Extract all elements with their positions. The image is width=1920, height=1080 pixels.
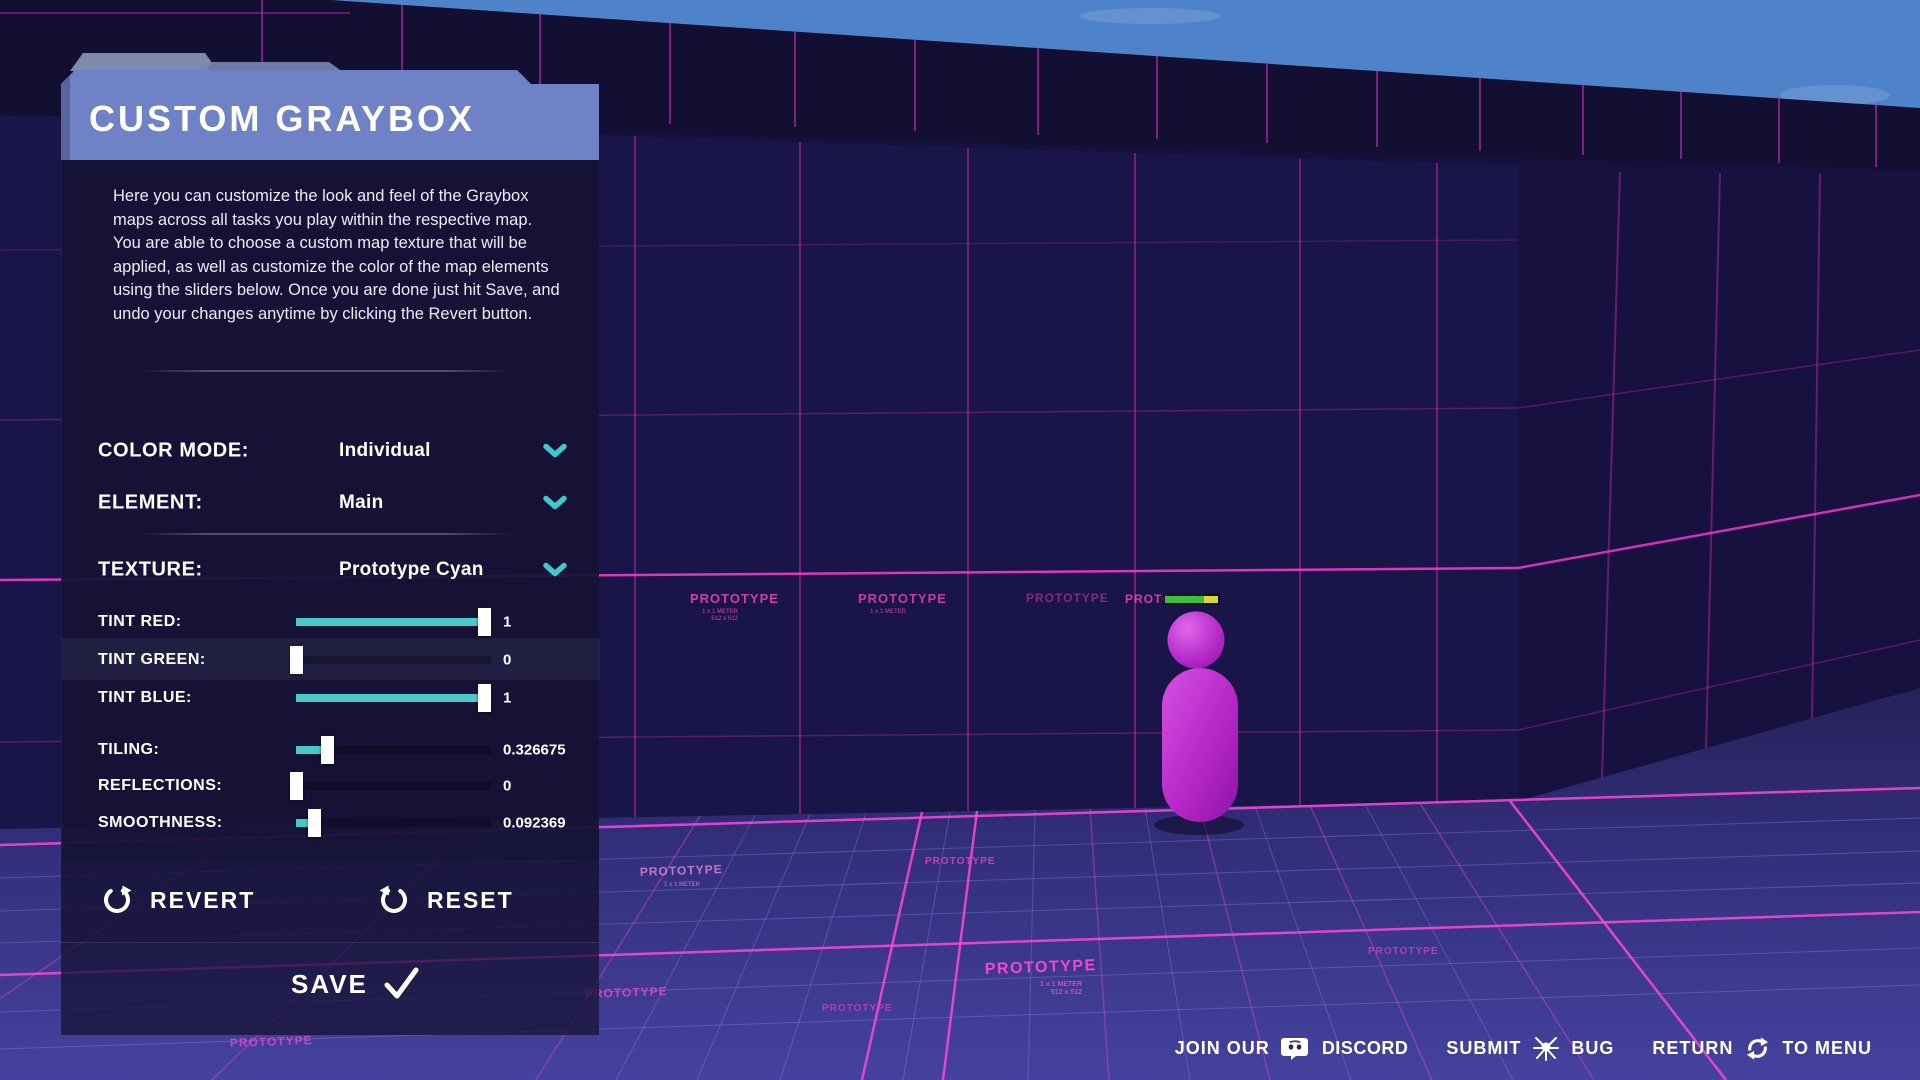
health-bar bbox=[1163, 594, 1220, 605]
element-value: Main bbox=[339, 492, 383, 514]
reset-label: RESET bbox=[427, 887, 514, 914]
return-circular-arrows-icon bbox=[1744, 1035, 1771, 1062]
game-screen: PROTOTYPE 1 x 1 METER 512 x 512 PROTOTYP… bbox=[0, 0, 1920, 1080]
tint-blue-label: TINT BLUE: bbox=[98, 689, 192, 707]
submit-label: SUBMIT bbox=[1446, 1038, 1521, 1059]
tint-blue-value: 1 bbox=[503, 690, 511, 707]
color-mode-value: Individual bbox=[339, 440, 431, 462]
svg-text:512 x 512: 512 x 512 bbox=[711, 616, 738, 622]
panel-body: Here you can customize the look and feel… bbox=[61, 160, 599, 860]
tint-red-value: 1 bbox=[503, 614, 511, 631]
footer-menu: JOIN OUR DISCORD SUBMIT BUG bbox=[1175, 1034, 1872, 1062]
texture-label: TEXTURE: bbox=[98, 559, 203, 582]
check-icon bbox=[383, 967, 420, 1001]
tiling-row: TILING: 0.326675 bbox=[62, 733, 600, 767]
panel-actions-row: REVERT RESET bbox=[61, 860, 599, 942]
join-our-label: JOIN OUR bbox=[1175, 1038, 1270, 1059]
svg-text:1 x 1 METER: 1 x 1 METER bbox=[702, 609, 739, 615]
panel-header: CUSTOM GRAYBOX bbox=[61, 70, 599, 160]
wall-texture-label: PROTOTYPE bbox=[690, 591, 779, 606]
texture-dropdown[interactable]: Prototype Cyan bbox=[339, 553, 582, 587]
svg-text:1 x 1 METER: 1 x 1 METER bbox=[1040, 981, 1082, 988]
to-menu-label: TO MENU bbox=[1782, 1038, 1872, 1059]
return-label: RETURN bbox=[1652, 1038, 1733, 1059]
panel-title: CUSTOM GRAYBOX bbox=[89, 70, 475, 160]
chevron-down-icon bbox=[542, 495, 568, 512]
reflections-slider[interactable] bbox=[296, 782, 491, 790]
color-mode-dropdown[interactable]: Individual bbox=[339, 434, 582, 468]
slider-handle[interactable] bbox=[478, 684, 491, 712]
reset-icon bbox=[378, 884, 410, 916]
slider-handle[interactable] bbox=[478, 608, 491, 636]
panel-description: Here you can customize the look and feel… bbox=[113, 185, 560, 327]
divider bbox=[140, 533, 512, 535]
tint-red-row: TINT RED: 1 bbox=[62, 605, 600, 639]
floor-texture-label: PROTOTYPE bbox=[640, 862, 723, 879]
floor-texture-label: PROTOTYPE bbox=[925, 856, 996, 867]
bug-icon bbox=[1532, 1034, 1560, 1062]
chevron-down-icon bbox=[542, 562, 568, 579]
texture-value: Prototype Cyan bbox=[339, 559, 484, 581]
panel-tab-left[interactable] bbox=[70, 53, 218, 71]
save-label: SAVE bbox=[291, 969, 368, 1000]
tiling-label: TILING: bbox=[98, 741, 159, 759]
element-dropdown[interactable]: Main bbox=[339, 486, 582, 520]
revert-label: REVERT bbox=[150, 887, 255, 914]
tiling-slider[interactable] bbox=[296, 746, 491, 754]
svg-text:1 x 1 METER: 1 x 1 METER bbox=[870, 609, 907, 615]
smoothness-value: 0.092369 bbox=[503, 815, 566, 832]
tint-green-slider[interactable] bbox=[296, 656, 491, 664]
smoothness-slider[interactable] bbox=[296, 819, 491, 827]
tint-green-label: TINT GREEN: bbox=[98, 651, 206, 669]
tint-blue-row: TINT BLUE: 1 bbox=[62, 681, 600, 715]
custom-graybox-panel: CUSTOM GRAYBOX Here you can customize th… bbox=[61, 53, 599, 1035]
floor-texture-label: PROTOTYPE bbox=[230, 1033, 313, 1050]
floor-texture-label: PROTOTYPE bbox=[1368, 946, 1439, 957]
revert-icon bbox=[101, 884, 133, 916]
tint-red-label: TINT RED: bbox=[98, 613, 182, 631]
color-mode-row: COLOR MODE: Individual bbox=[62, 434, 600, 468]
color-mode-label: COLOR MODE: bbox=[98, 440, 249, 463]
chevron-down-icon bbox=[542, 443, 568, 460]
panel-save-row: SAVE bbox=[61, 942, 599, 1035]
save-button[interactable]: SAVE bbox=[291, 967, 420, 1001]
tiling-value: 0.326675 bbox=[503, 742, 566, 759]
bug-label: BUG bbox=[1571, 1038, 1614, 1059]
smoothness-row: SMOOTHNESS: 0.092369 bbox=[62, 806, 600, 840]
texture-row: TEXTURE: Prototype Cyan bbox=[62, 553, 600, 587]
element-row: ELEMENT: Main bbox=[62, 486, 600, 520]
wall-texture-label: PROTOTYPE bbox=[1026, 591, 1109, 605]
tint-blue-slider[interactable] bbox=[296, 694, 491, 702]
wall-texture-label: PROTOTYPE bbox=[858, 591, 947, 606]
svg-text:512 x 512: 512 x 512 bbox=[1051, 989, 1082, 996]
floor-texture-label: PROTOTYPE bbox=[822, 1003, 893, 1014]
smoothness-label: SMOOTHNESS: bbox=[98, 814, 223, 832]
reflections-row: REFLECTIONS: 0 bbox=[62, 769, 600, 803]
discord-icon bbox=[1281, 1036, 1311, 1061]
join-discord-button[interactable]: JOIN OUR DISCORD bbox=[1175, 1036, 1409, 1061]
divider bbox=[140, 370, 512, 372]
discord-label: DISCORD bbox=[1322, 1038, 1409, 1059]
tint-green-row: TINT GREEN: 0 bbox=[62, 643, 600, 677]
return-to-menu-button[interactable]: RETURN TO MENU bbox=[1652, 1035, 1872, 1062]
tint-red-slider[interactable] bbox=[296, 618, 491, 626]
reflections-value: 0 bbox=[503, 778, 511, 795]
reset-button[interactable]: RESET bbox=[378, 884, 514, 916]
reflections-label: REFLECTIONS: bbox=[98, 777, 222, 795]
slider-handle[interactable] bbox=[290, 646, 303, 674]
submit-bug-button[interactable]: SUBMIT BUG bbox=[1446, 1034, 1614, 1062]
revert-button[interactable]: REVERT bbox=[101, 884, 255, 916]
slider-handle[interactable] bbox=[308, 809, 321, 837]
element-label: ELEMENT: bbox=[98, 492, 203, 515]
tint-green-value: 0 bbox=[503, 652, 511, 669]
svg-text:1 x 1 METER: 1 x 1 METER bbox=[664, 882, 701, 888]
slider-handle[interactable] bbox=[321, 736, 334, 764]
slider-handle[interactable] bbox=[290, 772, 303, 800]
